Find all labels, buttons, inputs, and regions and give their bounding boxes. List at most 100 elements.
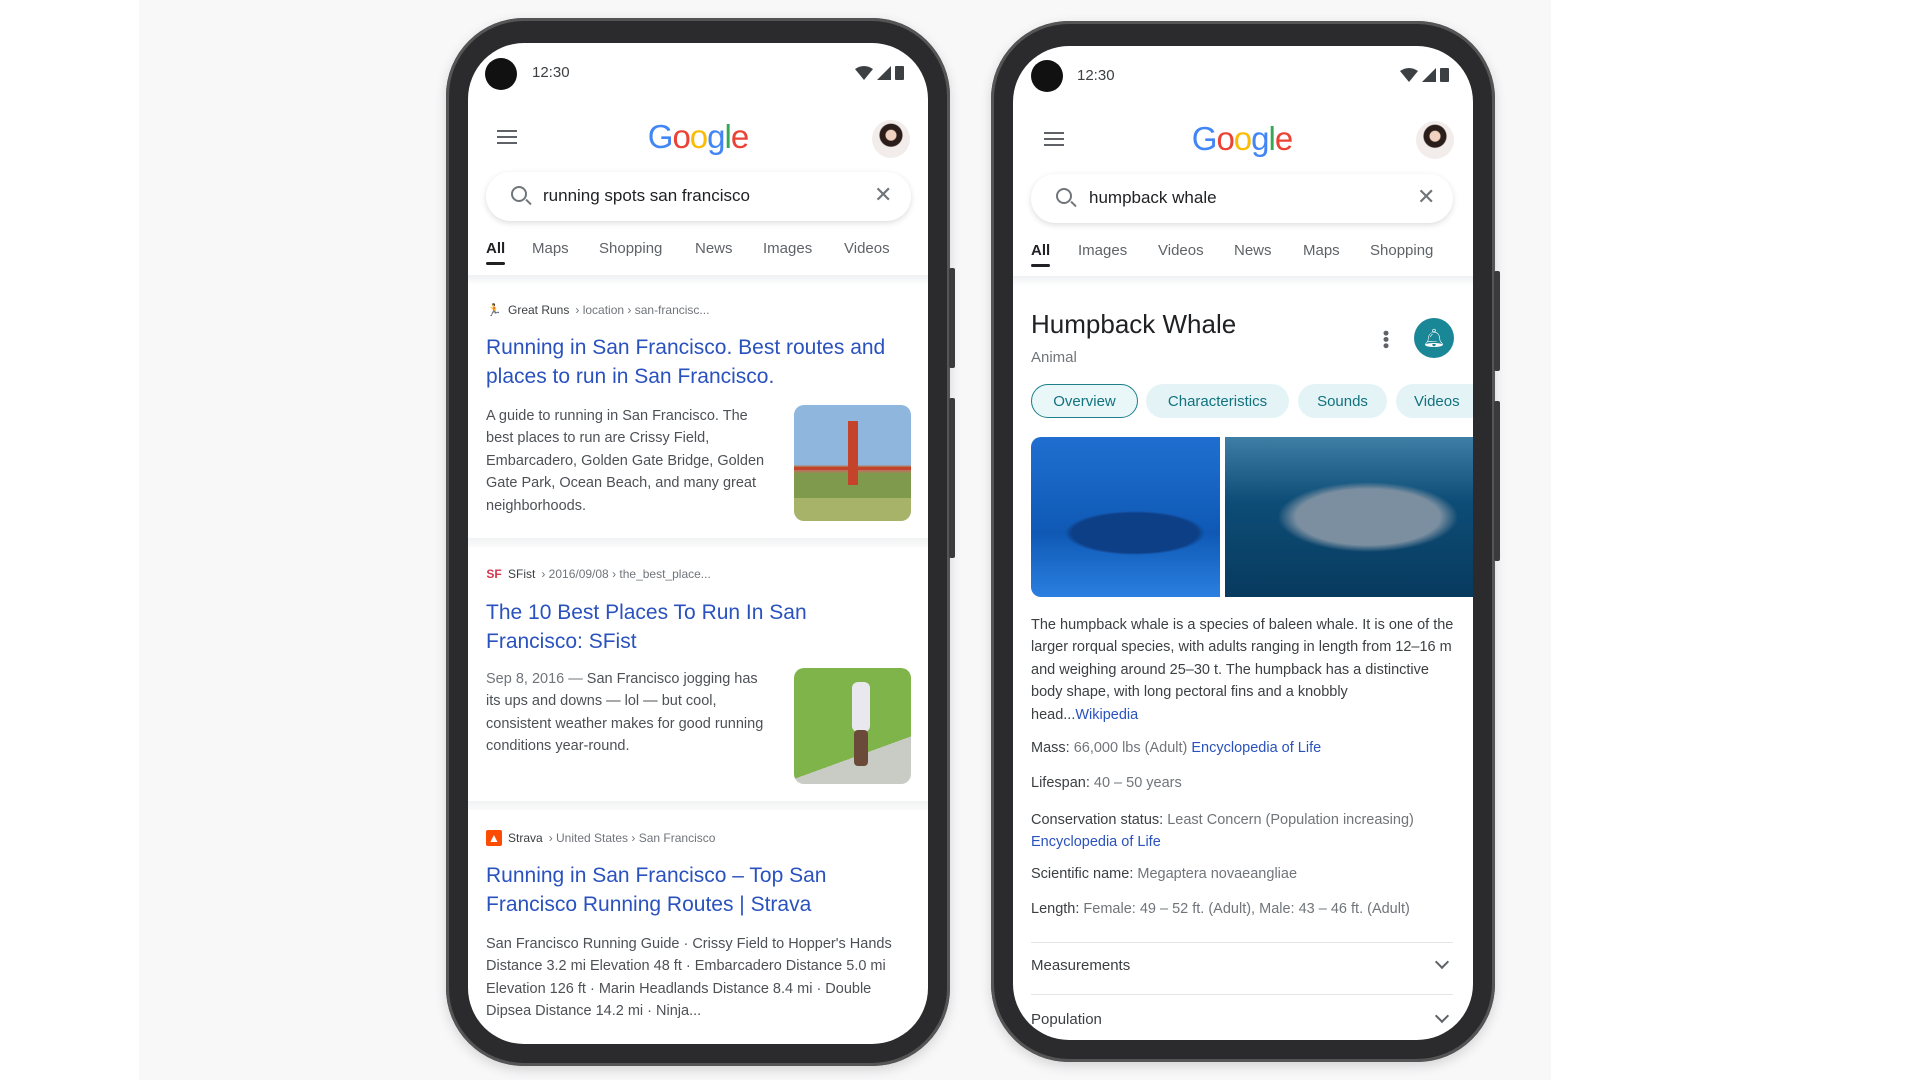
result-separator: [468, 538, 928, 547]
source-link[interactable]: Encyclopedia of Life: [1191, 740, 1321, 756]
sfist-favicon: SF: [486, 567, 502, 581]
tab-images[interactable]: Images: [763, 240, 812, 257]
bell-plus-icon: 🔔︎: [1422, 327, 1446, 348]
divider: [1031, 994, 1453, 995]
fact-label: Length:: [1031, 901, 1080, 917]
tab-maps[interactable]: Maps: [532, 240, 569, 257]
battery-icon: [895, 66, 904, 80]
fact-mass: Mass: 66,000 lbs (Adult) Encyclopedia of…: [1031, 740, 1321, 756]
fact-lifespan: Lifespan: 40 – 50 years: [1031, 775, 1182, 791]
search-icon: [1056, 188, 1072, 204]
description: The humpback whale is a species of balee…: [1031, 614, 1456, 726]
clear-icon[interactable]: ✕: [1417, 186, 1435, 208]
result-separator: [468, 801, 928, 810]
fact-label: Lifespan:: [1031, 775, 1090, 791]
tab-shopping[interactable]: Shopping: [1370, 242, 1433, 259]
follow-alert-button[interactable]: 🔔︎: [1414, 318, 1454, 358]
result-snippet: San Francisco Running Guide · Crissy Fie…: [486, 936, 892, 1020]
wifi-icon: [855, 65, 873, 80]
google-logo: Google: [1191, 120, 1293, 157]
knowledge-panel-title: Humpback Whale: [1031, 309, 1237, 339]
fact-length: Length: Female: 49 – 52 ft. (Adult), Mal…: [1031, 901, 1410, 917]
tab-shopping[interactable]: Shopping: [599, 240, 662, 257]
fact-label: Conservation status:: [1031, 812, 1164, 828]
google-logo: Google: [647, 118, 749, 155]
tab-news[interactable]: News: [1234, 242, 1272, 259]
chip-videos[interactable]: Videos: [1396, 384, 1473, 418]
right-screen: 12:30 Google humpback whale ✕ All Images…: [1013, 46, 1473, 1040]
chip-overview[interactable]: Overview: [1031, 384, 1138, 418]
avatar[interactable]: [1416, 121, 1454, 159]
status-icons: [855, 65, 904, 80]
camera: [485, 58, 517, 90]
chevron-down-icon: [1434, 1008, 1450, 1024]
chip-characteristics[interactable]: Characteristics: [1146, 384, 1289, 418]
fact-label: Mass:: [1031, 740, 1070, 756]
tab-all[interactable]: All: [1031, 242, 1051, 267]
search-bar[interactable]: running spots san francisco ✕: [486, 172, 911, 221]
menu-icon[interactable]: [497, 130, 517, 144]
volume-button: [949, 398, 955, 558]
tab-divider: [468, 275, 928, 285]
tab-videos[interactable]: Videos: [844, 240, 890, 257]
chip-sounds[interactable]: Sounds: [1298, 384, 1387, 418]
fact-conservation: Conservation status: Least Concern (Popu…: [1031, 809, 1461, 854]
section-population[interactable]: Population: [1031, 1008, 1453, 1028]
search-bar[interactable]: humpback whale ✕: [1031, 174, 1453, 223]
runner-icon: 🏃: [486, 303, 502, 317]
section-label: Measurements: [1031, 957, 1131, 974]
search-input[interactable]: humpback whale: [1089, 188, 1217, 208]
fact-value: 66,000 lbs (Adult): [1073, 740, 1188, 756]
tab-images[interactable]: Images: [1078, 242, 1127, 259]
search-icon: [511, 186, 527, 202]
tab-videos[interactable]: Videos: [1158, 242, 1204, 259]
search-input[interactable]: running spots san francisco: [543, 186, 750, 206]
golden-gate-thumbnail[interactable]: [794, 405, 911, 521]
fact-value: Least Concern (Population increasing): [1167, 812, 1414, 828]
fact-value: Megaptera novaeangliae: [1137, 866, 1298, 882]
fact-label: Scientific name:: [1031, 866, 1134, 882]
avatar[interactable]: [872, 120, 910, 158]
wifi-icon: [1400, 67, 1418, 82]
result-breadcrumb: ▲ Strava › United States › San Francisco: [486, 830, 715, 846]
status-time: 12:30: [1077, 67, 1115, 84]
status-time: 12:30: [532, 64, 570, 81]
more-options-icon[interactable]: •••: [1376, 330, 1396, 349]
section-measurements[interactable]: Measurements: [1031, 954, 1453, 974]
signal-icon: [877, 65, 891, 80]
result-breadcrumb: 🏃 Great Runs › location › san-francisc...: [486, 303, 710, 317]
menu-icon[interactable]: [1044, 132, 1064, 146]
whale-image-2[interactable]: [1225, 437, 1473, 597]
power-button: [949, 268, 955, 368]
result-breadcrumb: SF SFist › 2016/09/08 › the_best_place...: [486, 567, 711, 581]
camera: [1031, 60, 1063, 92]
power-button: [1494, 271, 1500, 371]
signal-icon: [1422, 67, 1436, 82]
divider: [1031, 942, 1453, 943]
runner-thumbnail[interactable]: [794, 668, 911, 784]
status-icons: [1400, 67, 1449, 82]
result-date: Sep 8, 2016 —: [486, 671, 583, 687]
chevron-down-icon: [1434, 954, 1450, 970]
whale-image-1[interactable]: [1031, 437, 1220, 597]
battery-icon: [1440, 68, 1449, 82]
result-title-link[interactable]: The 10 Best Places To Run In San Francis…: [486, 598, 826, 656]
fact-value: 40 – 50 years: [1093, 775, 1182, 791]
fact-scientific-name: Scientific name: Megaptera novaeangliae: [1031, 866, 1297, 882]
wikipedia-link[interactable]: Wikipedia: [1075, 707, 1138, 723]
fact-value: Female: 49 – 52 ft. (Adult), Male: 43 – …: [1083, 901, 1410, 917]
left-screen: 12:30 Google running spots san francisco…: [468, 43, 928, 1044]
tab-news[interactable]: News: [695, 240, 733, 257]
result-title-link[interactable]: Running in San Francisco – Top San Franc…: [486, 861, 886, 919]
source-link[interactable]: Encyclopedia of Life: [1031, 834, 1161, 850]
result-title-link[interactable]: Running in San Francisco. Best routes an…: [486, 333, 911, 391]
tab-all[interactable]: All: [486, 240, 506, 265]
tab-maps[interactable]: Maps: [1303, 242, 1340, 259]
section-label: Population: [1031, 1011, 1102, 1028]
tab-divider: [1013, 276, 1473, 286]
result-snippet: A guide to running in San Francisco. The…: [486, 408, 765, 514]
knowledge-panel-subtitle: Animal: [1031, 349, 1077, 366]
strava-icon: ▲: [486, 830, 502, 846]
clear-icon[interactable]: ✕: [874, 184, 892, 206]
volume-button: [1494, 401, 1500, 561]
